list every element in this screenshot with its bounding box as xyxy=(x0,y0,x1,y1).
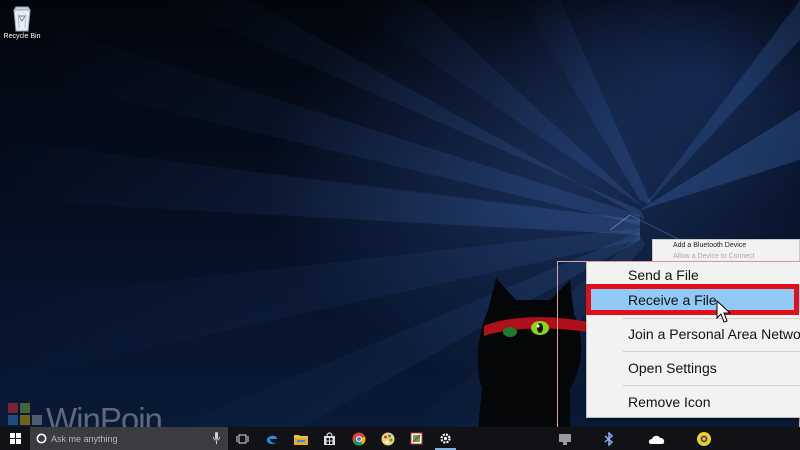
chrome-icon xyxy=(352,432,366,446)
menu-item-join-personal-area-network[interactable]: Join a Personal Area Network xyxy=(587,321,800,347)
store-button[interactable] xyxy=(315,427,344,450)
menu-item-remove-icon[interactable]: Remove Icon xyxy=(587,389,800,415)
menu-separator xyxy=(623,318,800,319)
chrome-button[interactable] xyxy=(344,427,373,450)
security-icon xyxy=(697,431,711,446)
store-icon xyxy=(324,432,335,445)
menu-item-open-settings[interactable]: Open Settings xyxy=(587,355,800,381)
snipping-icon xyxy=(410,432,423,445)
settings-icon xyxy=(440,433,451,444)
recycle-bin-icon xyxy=(13,6,31,32)
bluetooth-tray-menu: Add a Bluetooth Device Allow a Device to… xyxy=(652,239,800,263)
bluetooth-icon xyxy=(604,431,614,446)
snipping-tool-button[interactable] xyxy=(402,427,431,450)
tray-bluetooth[interactable] xyxy=(604,427,614,450)
menu-item-add-bluetooth-device[interactable]: Add a Bluetooth Device xyxy=(653,240,799,251)
task-view-button[interactable] xyxy=(228,427,257,450)
tray-usb[interactable] xyxy=(557,427,573,450)
paint-icon xyxy=(381,432,394,445)
recycle-bin-label: Recycle Bin xyxy=(3,33,41,40)
cortana-icon xyxy=(36,433,47,444)
usb-icon xyxy=(559,433,571,445)
settings-button[interactable] xyxy=(431,427,460,450)
microphone-icon[interactable] xyxy=(213,432,220,444)
file-explorer-icon xyxy=(293,434,308,445)
start-button[interactable] xyxy=(0,427,30,450)
windows-logo-icon xyxy=(9,433,21,444)
menu-separator xyxy=(623,351,800,352)
file-explorer-button[interactable] xyxy=(286,427,315,450)
edge-button[interactable] xyxy=(257,427,286,450)
menu-separator xyxy=(623,385,800,386)
search-box[interactable]: Ask me anything xyxy=(30,427,228,450)
onedrive-icon xyxy=(648,435,665,444)
task-view-icon xyxy=(236,434,249,443)
taskbar: Ask me anything xyxy=(0,427,800,450)
tray-security[interactable] xyxy=(696,427,712,450)
recycle-bin-shortcut[interactable]: Recycle Bin xyxy=(0,4,44,40)
edge-icon xyxy=(266,435,277,444)
tray-onedrive[interactable] xyxy=(648,427,666,450)
highlight-box xyxy=(586,284,799,315)
paint-button[interactable] xyxy=(373,427,402,450)
mouse-cursor-icon xyxy=(716,300,732,323)
search-placeholder: Ask me anything xyxy=(51,433,118,444)
